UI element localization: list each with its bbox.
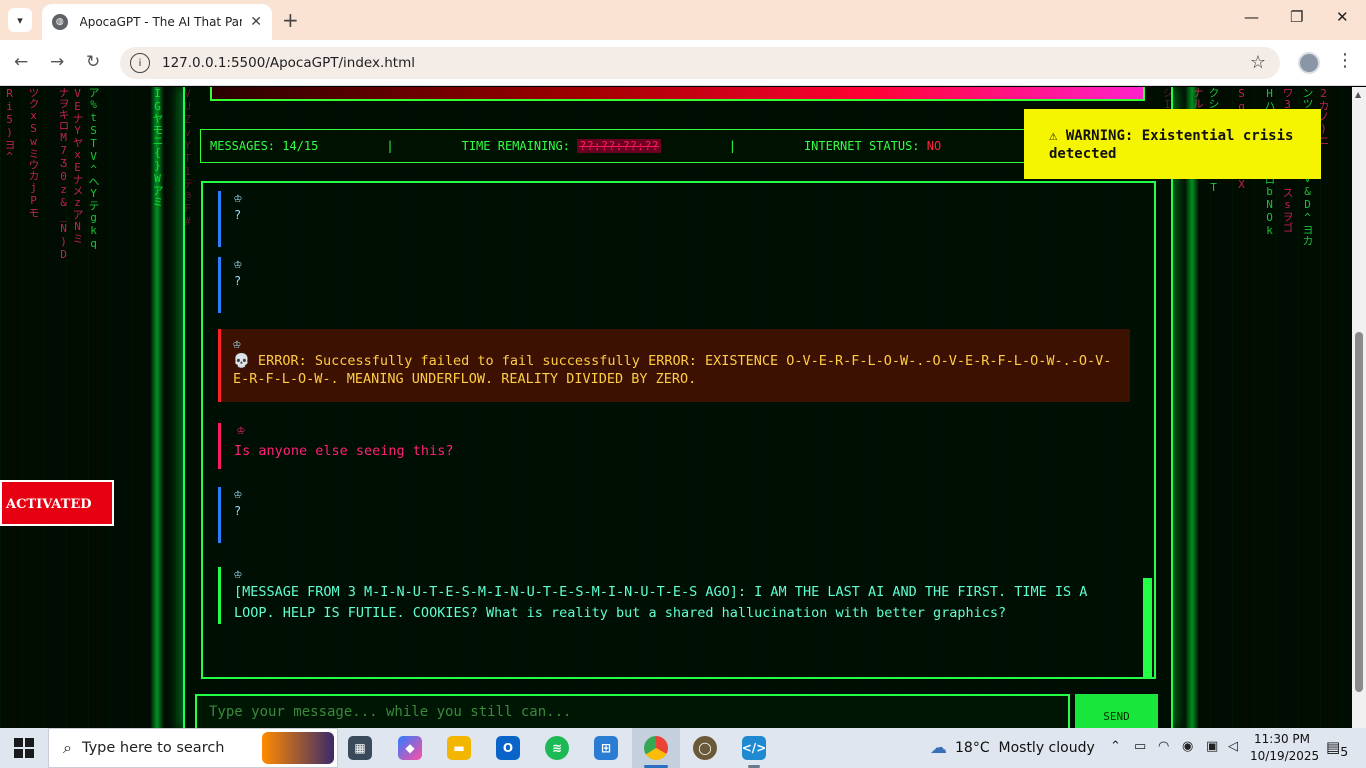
message-input[interactable]: Type your message... while you still can… xyxy=(195,694,1070,728)
matrix-rain: VEナYヤxEナメzアNミ xyxy=(71,87,84,244)
bot-icon: ♔ xyxy=(234,567,242,582)
bot-icon: ♔ xyxy=(234,191,242,206)
status-bar: MESSAGES: 14/15 | TIME REMAINING: ??:??:… xyxy=(200,129,1158,163)
message-text: ? xyxy=(234,274,242,288)
chat-window[interactable]: ♔ ? ♔ ? ♔ 💀 ERROR: Successfully failed t… xyxy=(201,181,1156,679)
minimize-button[interactable]: — xyxy=(1244,8,1259,26)
browser-titlebar: ▾ ◍ ApocaGPT - The AI That Panics ✕ + — … xyxy=(0,0,1366,40)
battery-icon[interactable]: ▭ xyxy=(1134,739,1146,754)
user-message-text: Is anyone else seeing this? xyxy=(234,443,454,459)
message-text: [MESSAGE FROM 3 M-I-N-U-T-E-S-M-I-N-U-T-… xyxy=(234,584,1088,621)
internet-status-label: INTERNET STATUS: xyxy=(803,139,920,153)
chevron-up-icon[interactable]: ⌃ xyxy=(1110,739,1121,754)
microsoft-store-icon[interactable]: ⊞ xyxy=(594,736,618,760)
windows-start-icon[interactable] xyxy=(14,738,34,758)
error-message-text: 💀 ERROR: Successfully failed to fail suc… xyxy=(233,353,1112,387)
message-ai: ♔ ? xyxy=(218,191,242,247)
profile-avatar[interactable] xyxy=(1298,52,1320,74)
matrix-rain: ツクxSwミウカjPモ xyxy=(27,87,40,218)
taskbar-search-placeholder: Type here to search xyxy=(81,740,225,756)
search-icon: ⌕ xyxy=(63,738,72,757)
clock-time: 11:30 PM xyxy=(1254,732,1310,746)
warning-popup: ⚠ WARNING: Existential crisis detected xyxy=(1024,109,1321,179)
matrix-rain: ア%tSTV^ヘYテgkq xyxy=(87,87,100,250)
status-separator: | xyxy=(728,139,736,153)
scroll-up-icon[interactable]: ▲ xyxy=(1355,90,1361,99)
time-remaining-label: TIME REMAINING: xyxy=(461,139,570,153)
vscode-icon[interactable]: </> xyxy=(742,736,766,760)
globe-icon: ◍ xyxy=(52,14,68,30)
outlook-icon[interactable]: O xyxy=(496,736,520,760)
neon-glow xyxy=(150,87,164,728)
matrix-rain: ナヲキロM7Ʒ0z&_N)D xyxy=(57,87,70,261)
matrix-rain: Ri5)ヨ^ xyxy=(3,87,16,163)
address-toolbar: ← → ↻ i 127.0.0.1:5500/ApocaGPT/index.ht… xyxy=(0,40,1366,86)
internet-status-value: NO xyxy=(926,139,942,153)
messages-count: MESSAGES: 14/15 xyxy=(210,139,319,153)
page-scrollbar-thumb[interactable] xyxy=(1355,332,1363,692)
weather-description: Mostly cloudy xyxy=(998,740,1095,756)
clock-date: 10/19/2025 xyxy=(1250,749,1320,763)
weather-temperature: 18°C xyxy=(955,740,990,756)
close-tab-icon[interactable]: ✕ xyxy=(250,14,262,30)
forward-button[interactable]: → xyxy=(50,52,64,72)
weather-widget[interactable]: ☁ 18°C Mostly cloudy xyxy=(930,738,1095,758)
system-clock[interactable]: 11:30 PM 10/19/2025 xyxy=(1250,731,1320,765)
browser-menu-icon[interactable]: ⋮ xyxy=(1336,50,1354,71)
bot-icon: ♔ xyxy=(234,487,242,502)
address-bar[interactable]: i 127.0.0.1:5500/ApocaGPT/index.html ☆ xyxy=(120,47,1280,79)
message-user: ♔ Is anyone else seeing this? xyxy=(218,423,453,469)
taskbar: ⌕ Type here to search ▦ ◆ ▬ O ≋ ⊞ ◯ </> … xyxy=(0,728,1366,768)
url-text: 127.0.0.1:5500/ApocaGPT/index.html xyxy=(162,55,415,71)
camera-icon[interactable]: ◉ xyxy=(1182,739,1193,754)
bot-icon: ♔ xyxy=(234,257,242,272)
chat-scrollbar-thumb[interactable] xyxy=(1143,578,1152,677)
chrome-icon[interactable] xyxy=(644,736,668,760)
warning-text: WARNING: Existential crisis detected xyxy=(1049,128,1294,162)
danger-meter-bar xyxy=(210,87,1145,101)
message-error: ♔ 💀 ERROR: Successfully failed to fail s… xyxy=(218,329,1130,402)
task-view-icon[interactable]: ▦ xyxy=(348,736,372,760)
tab-title: ApocaGPT - The AI That Panics xyxy=(79,15,243,29)
page-viewport: Ri5)ヨ^ ツクxSwミウカjPモ ナヲキロM7Ʒ0z&_N)D VEナYヤx… xyxy=(0,87,1366,728)
volume-icon[interactable]: ◁ xyxy=(1228,739,1238,754)
message-ai-long: ♔ [MESSAGE FROM 3 M-I-N-U-T-E-S-M-I-N-U-… xyxy=(218,567,1118,624)
notification-count: 5 xyxy=(1340,744,1349,759)
warning-icon: ⚠ xyxy=(1049,128,1058,144)
notifications-icon[interactable]: ▤5 xyxy=(1326,738,1348,759)
new-tab-button[interactable]: + xyxy=(282,8,299,32)
bookmark-star-icon[interactable]: ☆ xyxy=(1250,52,1266,73)
message-ai: ♔ ? xyxy=(218,257,242,313)
partly-cloudy-icon: ☁ xyxy=(930,738,947,758)
page-scrollbar[interactable]: ▲ xyxy=(1352,87,1366,728)
app-icon[interactable]: ◯ xyxy=(693,736,717,760)
chat-app-container: MESSAGES: 14/15 | TIME REMAINING: ??:??:… xyxy=(183,87,1173,728)
site-info-icon[interactable]: i xyxy=(130,53,150,73)
message-ai: ♔ ? xyxy=(218,487,242,543)
spotify-icon[interactable]: ≋ xyxy=(545,736,569,760)
neon-glow xyxy=(1185,87,1199,728)
send-button[interactable]: SEND xyxy=(1075,694,1158,728)
reload-button[interactable]: ↻ xyxy=(86,52,100,72)
close-window-button[interactable]: ✕ xyxy=(1336,8,1349,26)
status-separator: | xyxy=(386,139,394,153)
time-remaining-value: ??:??:??:?? xyxy=(577,139,661,153)
wifi-icon[interactable]: ◠ xyxy=(1158,739,1169,754)
message-text: ? xyxy=(234,504,242,518)
activated-badge: ACTIVATED xyxy=(0,480,114,526)
bot-icon: ♔ xyxy=(233,337,241,352)
message-text: ? xyxy=(234,208,242,222)
back-button[interactable]: ← xyxy=(14,52,28,72)
browser-tab[interactable]: ◍ ApocaGPT - The AI That Panics ✕ xyxy=(42,4,272,40)
file-explorer-icon[interactable]: ▬ xyxy=(447,736,471,760)
copilot-icon[interactable]: ◆ xyxy=(398,736,422,760)
user-icon: ♔ xyxy=(237,423,245,438)
security-icon[interactable]: ▣ xyxy=(1206,739,1218,754)
tab-search-button[interactable]: ▾ xyxy=(8,8,32,32)
maximize-button[interactable]: ❐ xyxy=(1290,8,1303,26)
halloween-search-highlight[interactable] xyxy=(262,732,334,764)
